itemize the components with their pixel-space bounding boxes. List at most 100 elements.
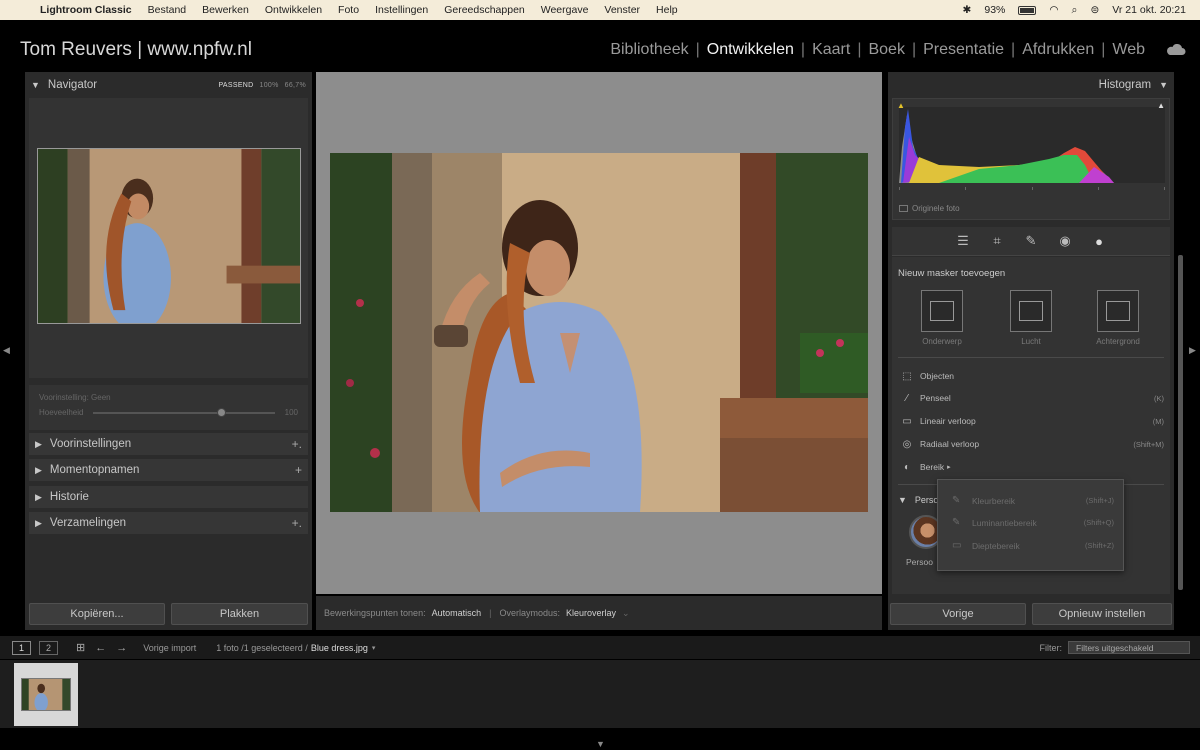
color-range-label: Kleurbereik [972, 495, 1015, 506]
section-history[interactable]: ▶ Historie [29, 486, 308, 508]
module-bibliotheek[interactable]: Bibliotheek [603, 41, 695, 59]
menubar-status: ✱ 93% ◠ ⌕ ⊜ Vr 21 okt. 20:21 [963, 4, 1200, 17]
zoom-66[interactable]: 66,7% [285, 82, 306, 89]
amount-slider-handle[interactable] [216, 407, 226, 417]
navigator-thumbnail[interactable] [37, 148, 301, 324]
module-ontwikkelen[interactable]: Ontwikkelen [700, 41, 801, 59]
image-canvas[interactable] [316, 72, 882, 594]
module-web[interactable]: Web [1105, 41, 1152, 59]
overlay-mode-select[interactable]: Kleuroverlay [566, 608, 616, 618]
shadow-clipping-icon[interactable]: ▲ [897, 101, 905, 110]
filmstrip-filename[interactable]: Blue dress.jpg [311, 643, 368, 653]
highlight-clipping-icon[interactable]: ▲ [1157, 101, 1165, 110]
back-arrow-icon[interactable]: ← [95, 642, 106, 654]
main-photo[interactable] [330, 153, 868, 512]
edit-sliders-icon[interactable]: ☰ [955, 233, 971, 249]
amount-value[interactable]: 100 [285, 408, 298, 417]
filmstrip-toggle-icon[interactable]: ▼ [596, 739, 605, 749]
module-kaart[interactable]: Kaart [805, 41, 857, 59]
module-boek[interactable]: Boek [861, 41, 911, 59]
filmstrip-cell[interactable] [14, 663, 78, 726]
masking-icon[interactable]: ● [1091, 233, 1107, 249]
original-photo-label: Originele foto [912, 204, 960, 213]
people-section-header[interactable]: ▼ Perso [898, 495, 938, 505]
left-panel: ▼ Navigator PASSEND 100% 66,7% Voorinste… [25, 72, 312, 630]
right-panel-scrollbar[interactable] [1178, 255, 1183, 590]
add-collection-icon[interactable]: +. [292, 516, 302, 530]
histogram-graph[interactable] [899, 107, 1165, 183]
menu-venster[interactable]: Venster [604, 4, 640, 16]
grid-icon[interactable]: ⊞ [76, 641, 85, 654]
submenu-color-range[interactable]: ✎ Kleurbereik (Shift+J) [952, 495, 1114, 506]
section-presets[interactable]: ▶ Voorinstellingen +. [29, 433, 308, 455]
menu-bestand[interactable]: Bestand [148, 4, 187, 16]
paste-button[interactable]: Plakken [171, 603, 308, 625]
expand-triangle-icon: ▶ [35, 491, 42, 502]
wifi-icon[interactable]: ◠ [1049, 4, 1058, 16]
mask-background-button[interactable]: Achtergrond [1088, 290, 1148, 346]
bluetooth-icon[interactable]: ✱ [963, 4, 972, 16]
battery-icon[interactable] [1018, 5, 1037, 15]
edit-pins-select[interactable]: Automatisch [432, 608, 482, 618]
zoom-fit[interactable]: PASSEND [218, 82, 253, 89]
menu-instellingen[interactable]: Instellingen [375, 4, 428, 16]
histogram-header[interactable]: Histogram ▼ [888, 74, 1174, 96]
crop-icon[interactable]: ⌗ [989, 233, 1005, 249]
module-afdrukken[interactable]: Afdrukken [1015, 41, 1101, 59]
search-icon[interactable]: ⌕ [1072, 4, 1078, 17]
menu-help[interactable]: Help [656, 4, 678, 16]
section-snapshots[interactable]: ▶ Momentopnamen + [29, 459, 308, 481]
menu-app[interactable]: Lightroom Classic [40, 4, 132, 16]
mask-radial-gradient[interactable]: ◎ Radiaal verloop (Shift+M) [900, 438, 1164, 450]
edit-pins-label: Bewerkingspunten tonen: [324, 608, 426, 618]
module-presentatie[interactable]: Presentatie [916, 41, 1011, 59]
mask-range[interactable]: ◐ Bereik ▸ [900, 461, 1164, 473]
add-preset-icon[interactable]: +. [292, 437, 302, 451]
submenu-luminance-range[interactable]: ✎ Luminantiebereik (Shift+Q) [952, 517, 1114, 528]
submenu-depth-range[interactable]: ▭ Dieptebereik (Shift+Z) [952, 540, 1114, 551]
original-photo-checkbox[interactable] [899, 205, 908, 212]
menu-foto[interactable]: Foto [338, 4, 359, 16]
chevron-down-icon[interactable]: ⌄ [622, 608, 630, 619]
red-eye-icon[interactable]: ◉ [1057, 233, 1073, 249]
forward-arrow-icon[interactable]: → [116, 642, 127, 654]
previous-button[interactable]: Vorige [890, 603, 1026, 625]
right-panel-toggle-icon[interactable]: ▶ [1189, 345, 1196, 356]
control-center-icon[interactable]: ⊜ [1090, 4, 1099, 16]
healing-icon[interactable]: ✎ [1023, 233, 1039, 249]
original-photo-toggle[interactable]: Originele foto [899, 204, 960, 213]
navigator-header[interactable]: ▼ Navigator PASSEND 100% 66,7% [25, 74, 312, 96]
amount-slider[interactable] [93, 407, 275, 417]
chevron-down-icon[interactable]: ▾ [372, 644, 376, 652]
mask-subject-button[interactable]: Onderwerp [912, 290, 972, 346]
color-range-icon: ✎ [952, 495, 961, 506]
section-collections[interactable]: ▶ Verzamelingen +. [29, 512, 308, 534]
mask-sky-button[interactable]: Lucht [1001, 290, 1061, 346]
add-snapshot-icon[interactable]: + [295, 463, 302, 477]
expand-triangle-icon: ▶ [35, 464, 42, 475]
overlay-mode-label: Overlaymodus: [499, 608, 560, 618]
zoom-100[interactable]: 100% [260, 82, 279, 89]
background-icon [1097, 290, 1139, 332]
filmstrip-source[interactable]: Vorige import [143, 643, 196, 653]
menu-gereedschappen[interactable]: Gereedschappen [444, 4, 525, 16]
main-window-button[interactable]: 1 [12, 640, 31, 655]
mask-objects[interactable]: ⬚ Objecten [900, 370, 1164, 382]
reset-button[interactable]: Opnieuw instellen [1032, 603, 1172, 625]
menu-ontwikkelen[interactable]: Ontwikkelen [265, 4, 322, 16]
cloud-sync-icon[interactable] [1166, 44, 1186, 56]
clock[interactable]: Vr 21 okt. 20:21 [1112, 4, 1186, 16]
histogram[interactable]: ▲ ▲ Originele foto [892, 98, 1170, 220]
depth-range-icon: ▭ [952, 540, 962, 551]
menu-bewerken[interactable]: Bewerken [202, 4, 249, 16]
second-window-button[interactable]: 2 [39, 640, 58, 655]
copy-button[interactable]: Kopiëren... [29, 603, 165, 625]
histogram-title: Histogram [1098, 79, 1152, 91]
filter-select[interactable]: Filters uitgeschakeld [1068, 641, 1190, 654]
filmstrip-thumbnail[interactable] [21, 678, 71, 711]
mask-linear-gradient[interactable]: ▭ Lineair verloop (M) [900, 415, 1164, 427]
mask-brush[interactable]: ⁄ Penseel (K) [900, 392, 1164, 404]
menu-weergave[interactable]: Weergave [541, 4, 589, 16]
expand-triangle-icon: ▶ [35, 438, 42, 449]
left-panel-toggle-icon[interactable]: ◀ [3, 345, 10, 356]
